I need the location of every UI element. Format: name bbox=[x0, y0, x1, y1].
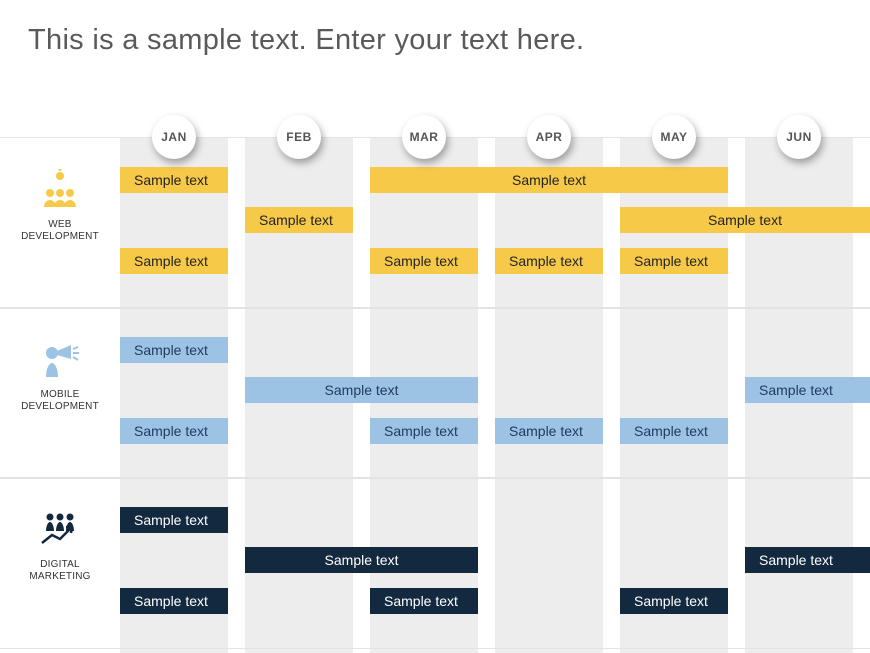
gantt-bar: Sample text bbox=[370, 167, 728, 193]
month-pin-feb: FEB bbox=[277, 115, 321, 159]
gantt-bar: Sample text bbox=[745, 547, 870, 573]
month-header: JAN FEB MAR APR MAY JUN bbox=[120, 115, 870, 159]
page-title: This is a sample text. Enter your text h… bbox=[0, 0, 870, 57]
gantt-bar: Sample text bbox=[120, 337, 228, 363]
month-pin-mar: MAR bbox=[402, 115, 446, 159]
gantt-bar: Sample text bbox=[370, 248, 478, 274]
category-web: WEBDEVELOPMENT bbox=[0, 169, 120, 243]
category-label: MOBILEDEVELOPMENT bbox=[0, 389, 120, 413]
team-idea-icon bbox=[38, 169, 82, 207]
gantt-bar: Sample text bbox=[245, 547, 478, 573]
gantt-bar: Sample text bbox=[245, 377, 478, 403]
gantt-bar: Sample text bbox=[495, 418, 603, 444]
category-label: WEBDEVELOPMENT bbox=[0, 219, 120, 243]
gantt-bar: Sample text bbox=[370, 418, 478, 444]
gantt-bar: Sample text bbox=[620, 418, 728, 444]
month-pin-may: MAY bbox=[652, 115, 696, 159]
month-pin-jun: JUN bbox=[777, 115, 821, 159]
gantt-chart: WEBDEVELOPMENT MOBILEDEVELOPMENT DIGITAL… bbox=[0, 115, 870, 653]
category-mobile: MOBILEDEVELOPMENT bbox=[0, 339, 120, 413]
gantt-bar: Sample text bbox=[370, 588, 478, 614]
gantt-bar: Sample text bbox=[245, 207, 353, 233]
gantt-bar: Sample text bbox=[120, 507, 228, 533]
month-pin-apr: APR bbox=[527, 115, 571, 159]
gantt-bars: Sample text Sample text Sample text Sample … bbox=[120, 137, 870, 653]
people-graph-icon bbox=[38, 509, 82, 547]
gantt-bar: Sample text bbox=[620, 248, 728, 274]
gantt-bar: Sample text bbox=[495, 248, 603, 274]
month-pin-jan: JAN bbox=[152, 115, 196, 159]
gantt-bar: Sample text bbox=[120, 248, 228, 274]
gantt-bar: Sample text bbox=[120, 167, 228, 193]
gantt-bar: Sample text bbox=[620, 588, 728, 614]
megaphone-icon bbox=[38, 339, 82, 377]
category-digital: DIGITALMARKETING bbox=[0, 509, 120, 583]
category-label: DIGITALMARKETING bbox=[0, 559, 120, 583]
gantt-bar: Sample text bbox=[745, 377, 870, 403]
gantt-bar: Sample text bbox=[120, 588, 228, 614]
gantt-bar: Sample text bbox=[120, 418, 228, 444]
gantt-bar: Sample text bbox=[620, 207, 870, 233]
